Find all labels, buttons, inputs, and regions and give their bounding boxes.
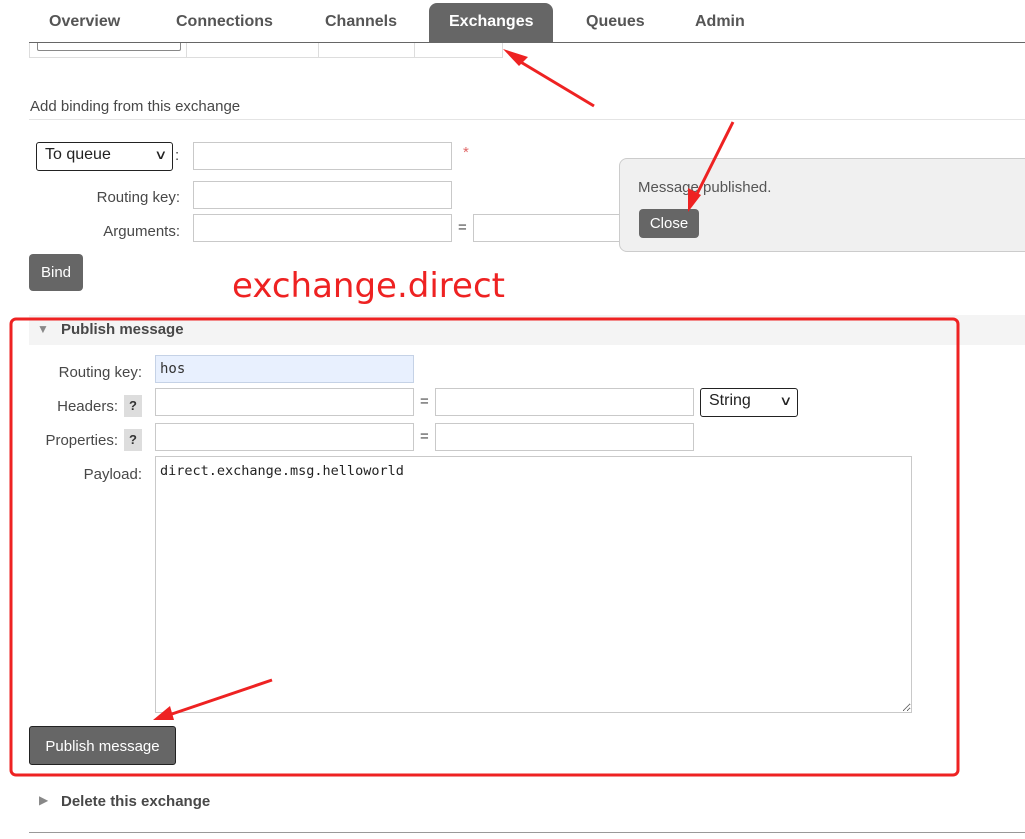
notification-message: Message published.: [638, 179, 772, 196]
table-border: [414, 43, 415, 58]
required-mark: *: [463, 144, 469, 161]
property-value-input[interactable]: [435, 423, 694, 451]
table-border: [29, 57, 503, 58]
table-button-remnant[interactable]: [37, 43, 181, 51]
property-key-input[interactable]: [155, 423, 414, 451]
triangle-right-icon: ▶: [39, 793, 49, 807]
equals-sign: =: [420, 393, 429, 410]
binding-routing-key-input[interactable]: [193, 181, 452, 209]
publish-section-header[interactable]: ▼ Publish message: [29, 315, 1025, 345]
arrow-to-exchanges-icon: [503, 49, 595, 108]
destination-type-value: To queue: [45, 146, 111, 163]
destination-input[interactable]: [193, 142, 452, 170]
binding-routing-key-label: Routing key:: [96, 189, 180, 206]
publish-message-button[interactable]: Publish message: [29, 726, 176, 765]
binding-arguments-label: Arguments:: [103, 223, 180, 240]
tab-overview[interactable]: Overview: [29, 3, 140, 42]
header-key-input[interactable]: [155, 388, 414, 416]
triangle-down-icon: ▼: [37, 322, 49, 336]
chevron-down-icon: ∨: [779, 393, 793, 408]
section-divider: [29, 832, 1025, 833]
tab-channels[interactable]: Channels: [305, 3, 417, 42]
delete-section-header[interactable]: ▶ Delete this exchange: [29, 790, 1025, 816]
notification-popup: Message published. Close: [619, 158, 1025, 252]
header-type-value: String: [709, 392, 751, 409]
binding-argument-value-input[interactable]: [473, 214, 623, 242]
properties-label: Properties:: [45, 432, 118, 449]
table-border: [318, 43, 319, 58]
table-border: [29, 43, 30, 58]
payload-label: Payload:: [83, 466, 142, 483]
tab-connections[interactable]: Connections: [156, 3, 293, 42]
equals-sign: =: [458, 219, 467, 236]
destination-type-select[interactable]: To queue ∨: [36, 142, 173, 171]
payload-textarea[interactable]: direct.exchange.msg.helloworld: [155, 456, 912, 713]
colon-label: :: [175, 147, 180, 164]
annotation-label: exchange.direct: [232, 266, 505, 306]
section-divider: [29, 119, 1025, 120]
headers-label: Headers:: [57, 398, 118, 415]
headers-help-button[interactable]: ?: [124, 395, 142, 417]
publish-routing-key-label: Routing key:: [58, 364, 142, 381]
binding-argument-key-input[interactable]: [193, 214, 452, 242]
header-value-input[interactable]: [435, 388, 694, 416]
tab-admin[interactable]: Admin: [675, 3, 765, 42]
tab-exchanges[interactable]: Exchanges: [429, 3, 554, 42]
publish-section-title: Publish message: [61, 321, 184, 338]
annotation-overlay: [9, 49, 960, 777]
equals-sign: =: [420, 428, 429, 445]
header-type-select[interactable]: String ∨: [700, 388, 798, 417]
close-button[interactable]: Close: [639, 209, 699, 238]
properties-help-button[interactable]: ?: [124, 429, 142, 451]
bind-button[interactable]: Bind: [29, 254, 83, 291]
chevron-down-icon: ∨: [154, 147, 168, 162]
binding-section-title: Add binding from this exchange: [30, 98, 241, 115]
table-border: [186, 43, 187, 58]
table-border: [502, 43, 503, 58]
tab-queues[interactable]: Queues: [566, 3, 665, 42]
delete-section-title: Delete this exchange: [61, 793, 211, 810]
publish-routing-key-input[interactable]: hos: [155, 355, 414, 383]
